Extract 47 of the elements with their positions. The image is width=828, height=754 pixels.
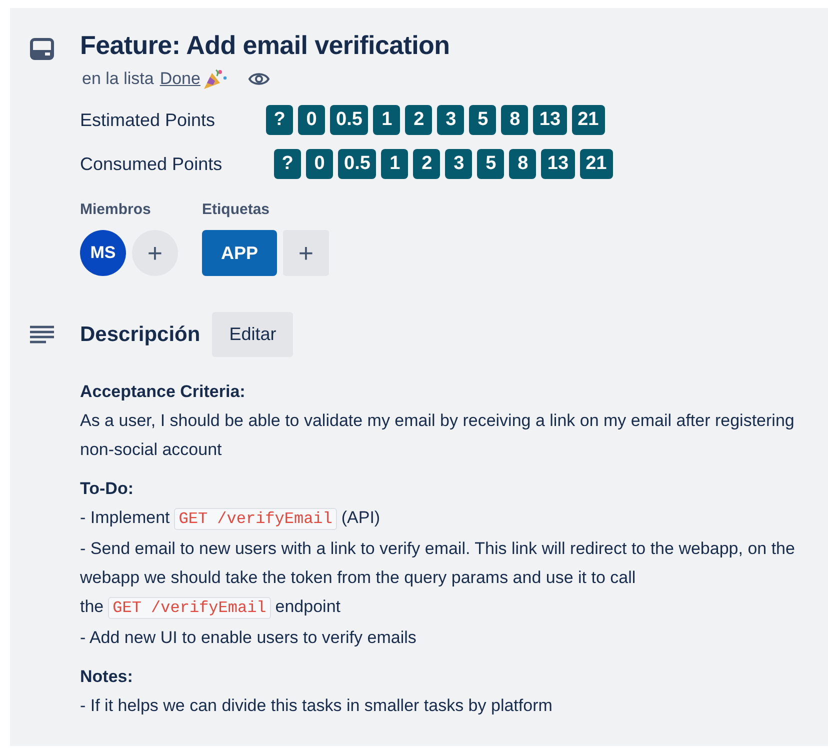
description-text: - Implement GET /verifyEmail (API) [80,507,382,532]
member-avatar[interactable]: MS [80,230,126,276]
point-option[interactable]: 0 [298,105,325,135]
point-option[interactable]: 3 [437,105,464,135]
point-option[interactable]: 2 [413,149,440,179]
point-option[interactable]: 13 [541,149,575,179]
point-option[interactable]: 8 [501,105,528,135]
description-heading: Notes: [80,666,134,688]
point-option[interactable]: 1 [373,105,400,135]
point-option[interactable]: 3 [445,149,472,179]
description-text: - If it helps we can divide this tasks in smaller tasks by platform [80,695,554,717]
point-option[interactable]: 8 [509,149,536,179]
point-option[interactable]: 0 [306,149,333,179]
description-text: - Add new UI to enable users to verify emails [80,627,418,649]
card-title: Feature: Add email verification [80,30,451,61]
point-option[interactable]: 5 [469,105,496,135]
list-link[interactable]: Done [160,69,200,89]
point-option[interactable]: 21 [580,149,613,179]
point-option[interactable]: ? [266,105,293,135]
section-label: Miembros [80,201,152,218]
point-option[interactable]: 0.5 [338,149,376,179]
inline-code: GET /verifyEmail [108,597,272,619]
description-heading: Acceptance Criteria: [80,381,246,403]
field-label: Consumed Points [80,154,224,174]
label-tag[interactable]: APP [202,230,278,276]
add-member-button[interactable]: + [132,230,178,276]
section-label: Etiquetas [202,201,271,218]
description-icon [30,324,54,344]
section-heading: Descripción [80,322,200,346]
point-option[interactable]: 1 [381,149,408,179]
point-option[interactable]: 2 [405,105,432,135]
point-option[interactable]: 5 [477,149,504,179]
point-option[interactable]: 21 [572,105,605,135]
card-icon [30,38,54,60]
list-prefix: en la lista [82,69,154,89]
eye-icon[interactable] [248,71,270,87]
add-label-button[interactable]: + [283,230,330,276]
point-option[interactable]: ? [274,149,301,179]
inline-code: GET /verifyEmail [174,508,338,530]
point-option[interactable]: 0.5 [330,105,368,135]
description-heading: To-Do: [80,478,134,500]
description-text: - Send email to new users with a link to verify email. This link will redirect to the webapp, on the webapp we should take the token from the query params and use it to call the GET /verifyEmail endpoint [80,538,796,621]
point-option[interactable]: 13 [533,105,567,135]
field-label: Estimated Points [80,110,216,130]
description-text: As a user, I should be able to validate my email by receiving a link on my email after registering non-social account [80,410,796,461]
party-popper-icon [202,67,228,91]
edit-button[interactable]: Editar [212,312,294,357]
